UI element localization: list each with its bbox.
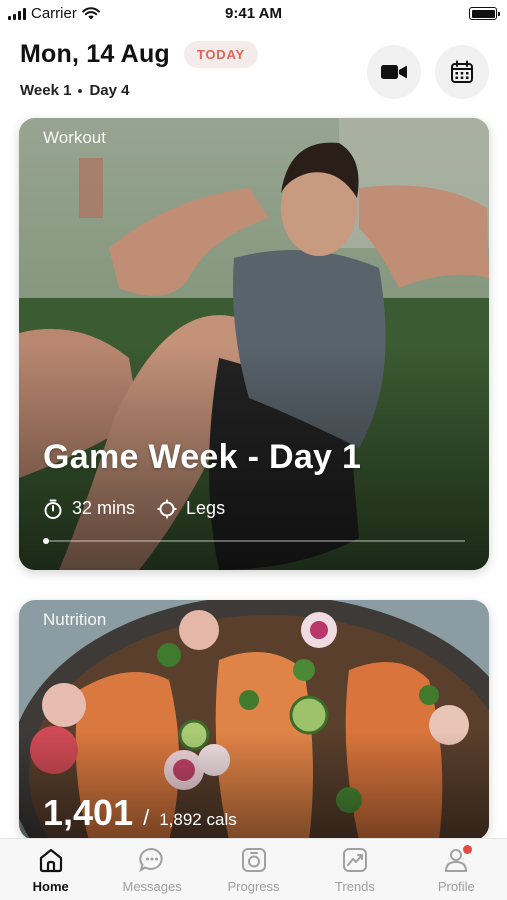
chat-bubble-icon bbox=[139, 847, 163, 873]
tab-profile[interactable]: Profile bbox=[406, 839, 507, 900]
status-bar: Carrier 9:41 AM bbox=[0, 0, 507, 28]
calorie-summary: 1,401 / 1,892 cals bbox=[43, 792, 237, 834]
workout-meta: 32 mins Legs bbox=[43, 498, 247, 519]
home-icon bbox=[39, 848, 62, 873]
trends-icon bbox=[342, 848, 367, 872]
stopwatch-icon bbox=[44, 499, 62, 519]
tab-progress[interactable]: Progress bbox=[203, 839, 304, 900]
nutrition-section-label: Nutrition bbox=[43, 610, 107, 629]
tab-home[interactable]: Home bbox=[0, 839, 101, 900]
focus-item: Legs bbox=[157, 498, 225, 519]
workout-progress-indicator bbox=[43, 538, 49, 544]
focus-label: Legs bbox=[186, 498, 226, 518]
calories-goal: 1,892 cals bbox=[159, 810, 237, 829]
tab-bar: Home Messages Progress Trends Profile bbox=[0, 838, 507, 900]
notification-badge bbox=[463, 845, 473, 854]
header-actions bbox=[367, 45, 489, 99]
progress-icon bbox=[241, 848, 266, 872]
video-camera-icon bbox=[381, 65, 407, 79]
workout-title: Game Week - Day 1 bbox=[43, 438, 362, 476]
calorie-separator: / bbox=[143, 805, 150, 830]
calendar-button[interactable] bbox=[435, 45, 489, 99]
calendar-icon bbox=[451, 60, 473, 83]
separator-dot bbox=[78, 88, 83, 93]
battery-icon bbox=[469, 7, 500, 20]
tab-trends-label: Trends bbox=[334, 879, 375, 894]
calories-consumed: 1,401 bbox=[43, 792, 134, 833]
page-title: Mon, 14 Aug bbox=[20, 40, 170, 68]
video-call-button[interactable] bbox=[367, 45, 421, 99]
profile-icon-wrap bbox=[443, 845, 473, 873]
header: Mon, 14 Aug TODAY Week 1 Day 4 bbox=[20, 40, 489, 110]
status-time: 9:41 AM bbox=[225, 5, 282, 22]
week-label: Week 1 bbox=[20, 82, 72, 99]
duration-label: 32 mins bbox=[72, 498, 136, 518]
workout-section-label: Workout bbox=[43, 128, 106, 147]
tab-messages-label: Messages bbox=[122, 879, 182, 894]
duration-item: 32 mins bbox=[43, 498, 135, 519]
workout-progress-track bbox=[43, 538, 465, 544]
target-icon bbox=[157, 499, 177, 518]
day-label: Day 4 bbox=[89, 82, 130, 99]
today-badge[interactable]: TODAY bbox=[183, 41, 258, 68]
tab-profile-label: Profile bbox=[437, 879, 475, 894]
tab-progress-label: Progress bbox=[227, 879, 280, 894]
tab-home-label: Home bbox=[32, 879, 69, 894]
nutrition-card[interactable]: Nutrition 1,401 / 1,892 cals bbox=[19, 600, 489, 840]
tab-trends[interactable]: Trends bbox=[304, 839, 405, 900]
tab-messages[interactable]: Messages bbox=[101, 839, 202, 900]
workout-card[interactable]: Workout Game Week - Day 1 32 mins Legs bbox=[19, 118, 489, 570]
